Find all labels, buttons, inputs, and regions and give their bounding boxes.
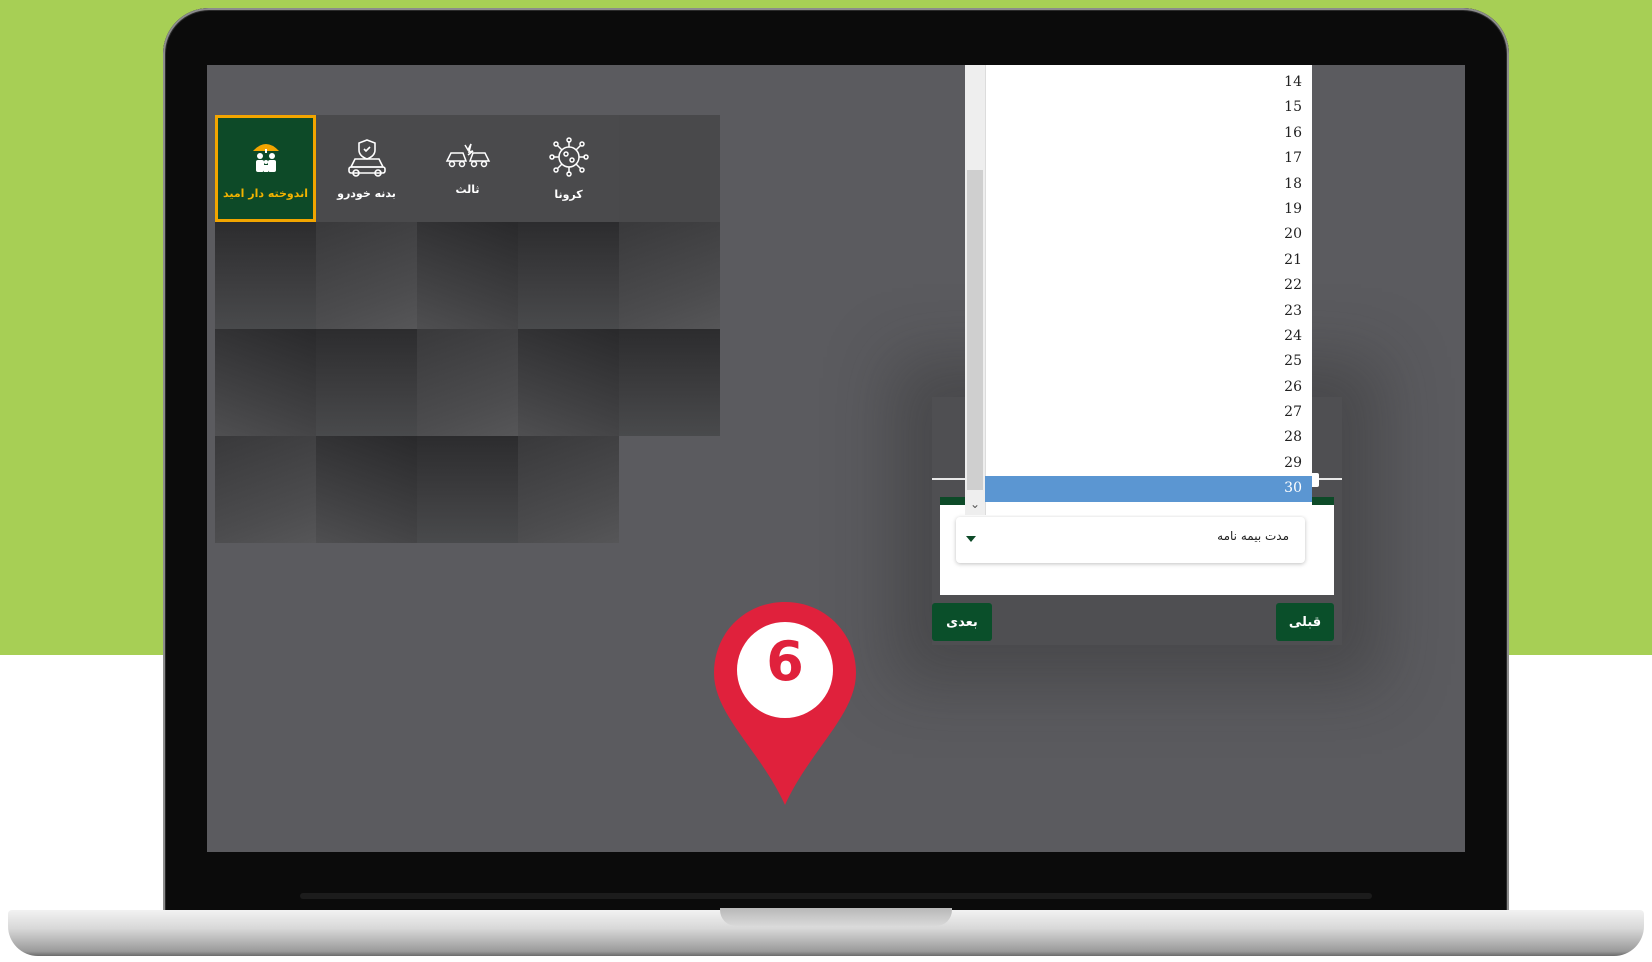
previous-button[interactable]: قبلی [1276, 603, 1334, 641]
tile-empty [619, 222, 720, 329]
virus-icon [548, 136, 590, 178]
policy-duration-options[interactable]: ⌄ 14 15 16 17 18 19 20 21 22 23 24 25 26 27 28 29 30 [965, 65, 1312, 515]
dropdown-option[interactable]: 27 [985, 400, 1312, 425]
dropdown-option[interactable]: 18 [985, 172, 1312, 197]
dropdown-option[interactable]: 25 [985, 349, 1312, 374]
tile-empty [417, 436, 518, 543]
dropdown-option[interactable]: 20 [985, 222, 1312, 247]
car-crash-icon [445, 141, 491, 173]
dropdown-option[interactable]: 26 [985, 375, 1312, 400]
laptop-notch [720, 908, 952, 926]
dropdown-option[interactable]: 21 [985, 248, 1312, 273]
tile-empty [215, 436, 316, 543]
dropdown-option[interactable]: 17 [985, 146, 1312, 171]
tile-label: کرونا [554, 188, 583, 201]
dropdown-option[interactable]: 19 [985, 197, 1312, 222]
tile-label: بدنه خودرو [337, 187, 396, 200]
dropdown-option[interactable]: 28 [985, 425, 1312, 450]
tile-label: ثالث [455, 183, 480, 196]
scrollbar-thumb[interactable] [967, 170, 983, 490]
dropdown-option[interactable]: 22 [985, 273, 1312, 298]
dropdown-option[interactable]: 30 [985, 476, 1312, 502]
tile-empty [619, 115, 720, 222]
dropdown-scrollbar[interactable]: ⌄ [965, 65, 986, 515]
tile-empty [316, 222, 417, 329]
dropdown-option[interactable]: 23 [985, 299, 1312, 324]
dropdown-option[interactable]: 24 [985, 324, 1312, 349]
dropdown-option[interactable]: 15 [985, 95, 1312, 120]
step-number: 6 [766, 630, 804, 693]
tile-empty [619, 329, 720, 436]
tile-empty [417, 222, 518, 329]
dropdown-option[interactable]: 29 [985, 451, 1312, 476]
insurance-tile-grid: اندوخته دار امید بدنه خودرو ثالث کرونا [215, 115, 720, 545]
tile-empty [316, 436, 417, 543]
tile-third-party[interactable]: ثالث [417, 115, 518, 222]
policy-duration-label: مدت بیمه نامه [1217, 529, 1289, 543]
tile-corona[interactable]: کرونا [518, 115, 619, 222]
dropdown-option[interactable]: 16 [985, 121, 1312, 146]
tile-empty [316, 329, 417, 436]
tile-empty [215, 222, 316, 329]
dropdown-options-list: 14 15 16 17 18 19 20 21 22 23 24 25 26 27 28 29 30 [985, 70, 1312, 502]
tile-empty [417, 329, 518, 436]
scroll-down-icon[interactable]: ⌄ [967, 495, 983, 513]
tile-empty [518, 436, 619, 543]
laptop-bezel-bottom [300, 893, 1372, 899]
step-marker-pin: 6 [710, 600, 860, 810]
tile-car-body[interactable]: بدنه خودرو [316, 115, 417, 222]
car-shield-icon [345, 137, 389, 177]
tile-label: اندوخته دار امید [222, 187, 308, 200]
policy-duration-select[interactable]: مدت بیمه نامه [956, 517, 1305, 563]
caret-down-icon[interactable] [966, 536, 976, 542]
next-button[interactable]: بعدی [932, 603, 992, 641]
family-umbrella-icon [249, 137, 283, 177]
tile-empty [215, 329, 316, 436]
tile-empty [518, 222, 619, 329]
tile-andukhteh-dar-omid[interactable]: اندوخته دار امید [215, 115, 316, 222]
tile-empty [518, 329, 619, 436]
dropdown-option[interactable]: 14 [985, 70, 1312, 95]
